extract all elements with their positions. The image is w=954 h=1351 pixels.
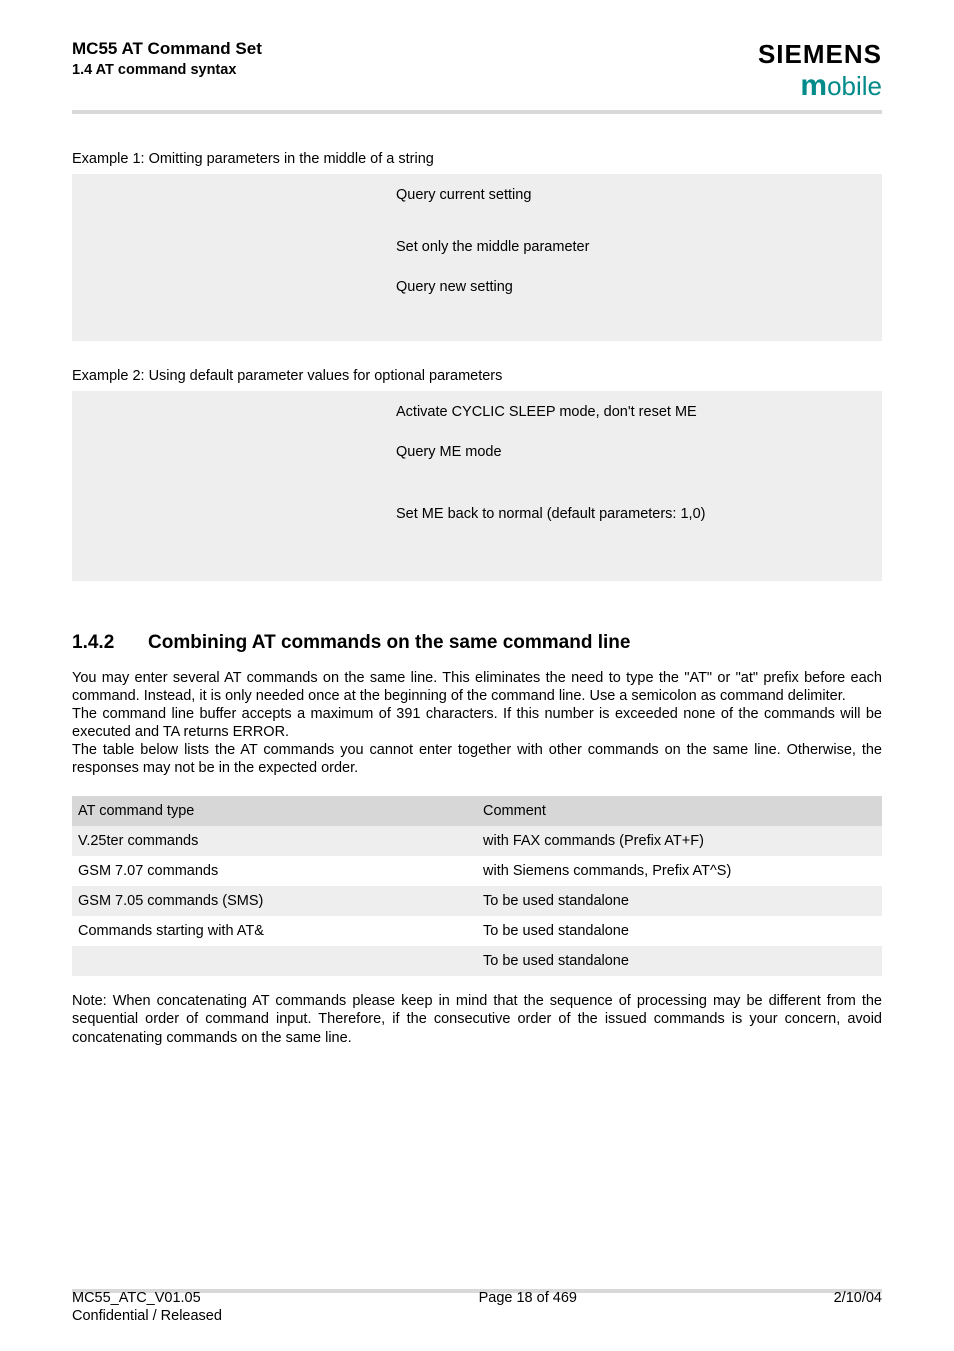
footer-right: 2/10/04 xyxy=(834,1289,882,1325)
example2-desc: Query ME mode xyxy=(396,443,502,461)
doc-title: MC55 AT Command Set xyxy=(72,38,262,59)
brand-sublogo: mobile xyxy=(758,67,882,105)
table-cell xyxy=(72,946,477,976)
brand-sublogo-rest: obile xyxy=(827,71,882,101)
table-cell: with FAX commands (Prefix AT+F) xyxy=(477,826,882,856)
section-para2: The command line buffer accepts a maximu… xyxy=(72,705,882,741)
section-para1: You may enter several AT commands on the… xyxy=(72,669,882,705)
example1-row: Query current setting xyxy=(86,186,868,204)
table-header-row: AT command type Comment xyxy=(72,796,882,826)
note-paragraph: Note: When concatenating AT commands ple… xyxy=(72,992,882,1046)
footer-left-line1: MC55_ATC_V01.05 xyxy=(72,1290,201,1306)
commands-table: AT command type Comment V.25ter commands… xyxy=(72,796,882,977)
header-divider xyxy=(72,110,882,114)
example2-block: Activate CYCLIC SLEEP mode, don't reset … xyxy=(72,391,882,581)
example2-code xyxy=(86,443,396,461)
table-cell: GSM 7.05 commands (SMS) xyxy=(72,886,477,916)
table-row: Commands starting with AT& To be used st… xyxy=(72,916,882,946)
example2-code xyxy=(86,505,396,523)
example1-row: Set only the middle parameter xyxy=(86,238,868,256)
example2-desc: Set ME back to normal (default parameter… xyxy=(396,505,705,523)
example1-row: Query new setting xyxy=(86,278,868,296)
example2-label: Example 2: Using default parameter value… xyxy=(72,367,882,385)
example1-code xyxy=(86,278,396,296)
table-cell: To be used standalone xyxy=(477,886,882,916)
page-header: MC55 AT Command Set 1.4 AT command synta… xyxy=(72,38,882,104)
table-row: To be used standalone xyxy=(72,946,882,976)
header-left: MC55 AT Command Set 1.4 AT command synta… xyxy=(72,38,262,79)
table-cell: V.25ter commands xyxy=(72,826,477,856)
table-cell: GSM 7.07 commands xyxy=(72,856,477,886)
table-row: GSM 7.05 commands (SMS) To be used stand… xyxy=(72,886,882,916)
example2-row: Query ME mode xyxy=(86,443,868,461)
page-footer: MC55_ATC_V01.05 Confidential / Released … xyxy=(72,1289,882,1325)
doc-subtitle: 1.4 AT command syntax xyxy=(72,61,262,79)
footer-left: MC55_ATC_V01.05 Confidential / Released xyxy=(72,1289,222,1325)
example1-code xyxy=(86,238,396,256)
example1-label: Example 1: Omitting parameters in the mi… xyxy=(72,150,882,168)
header-right: SIEMENS mobile xyxy=(758,38,882,104)
footer-center: Page 18 of 469 xyxy=(222,1289,834,1325)
section-para3: The table below lists the AT commands yo… xyxy=(72,741,882,777)
table-cell: with Siemens commands, Prefix AT^S) xyxy=(477,856,882,886)
section-heading: 1.4.2Combining AT commands on the same c… xyxy=(72,631,882,655)
table-row: V.25ter commands with FAX commands (Pref… xyxy=(72,826,882,856)
example2-code xyxy=(86,403,396,421)
brand-logo: SIEMENS xyxy=(758,38,882,71)
example1-desc: Query current setting xyxy=(396,186,531,204)
example1-desc: Query new setting xyxy=(396,278,513,296)
example1-code xyxy=(86,186,396,204)
section-number: 1.4.2 xyxy=(72,631,148,655)
table-header-cell: Comment xyxy=(477,796,882,826)
example1-desc: Set only the middle parameter xyxy=(396,238,589,256)
table-row: GSM 7.07 commands with Siemens commands,… xyxy=(72,856,882,886)
footer-left-line2: Confidential / Released xyxy=(72,1308,222,1324)
section-title: Combining AT commands on the same comman… xyxy=(148,632,630,653)
example2-desc: Activate CYCLIC SLEEP mode, don't reset … xyxy=(396,403,697,421)
brand-sublogo-m: m xyxy=(800,69,827,102)
table-cell: To be used standalone xyxy=(477,946,882,976)
example1-block: Query current setting Set only the middl… xyxy=(72,174,882,340)
table-cell: Commands starting with AT& xyxy=(72,916,477,946)
table-cell: To be used standalone xyxy=(477,916,882,946)
table-header-cell: AT command type xyxy=(72,796,477,826)
example2-row: Activate CYCLIC SLEEP mode, don't reset … xyxy=(86,403,868,421)
example2-row: Set ME back to normal (default parameter… xyxy=(86,505,868,523)
